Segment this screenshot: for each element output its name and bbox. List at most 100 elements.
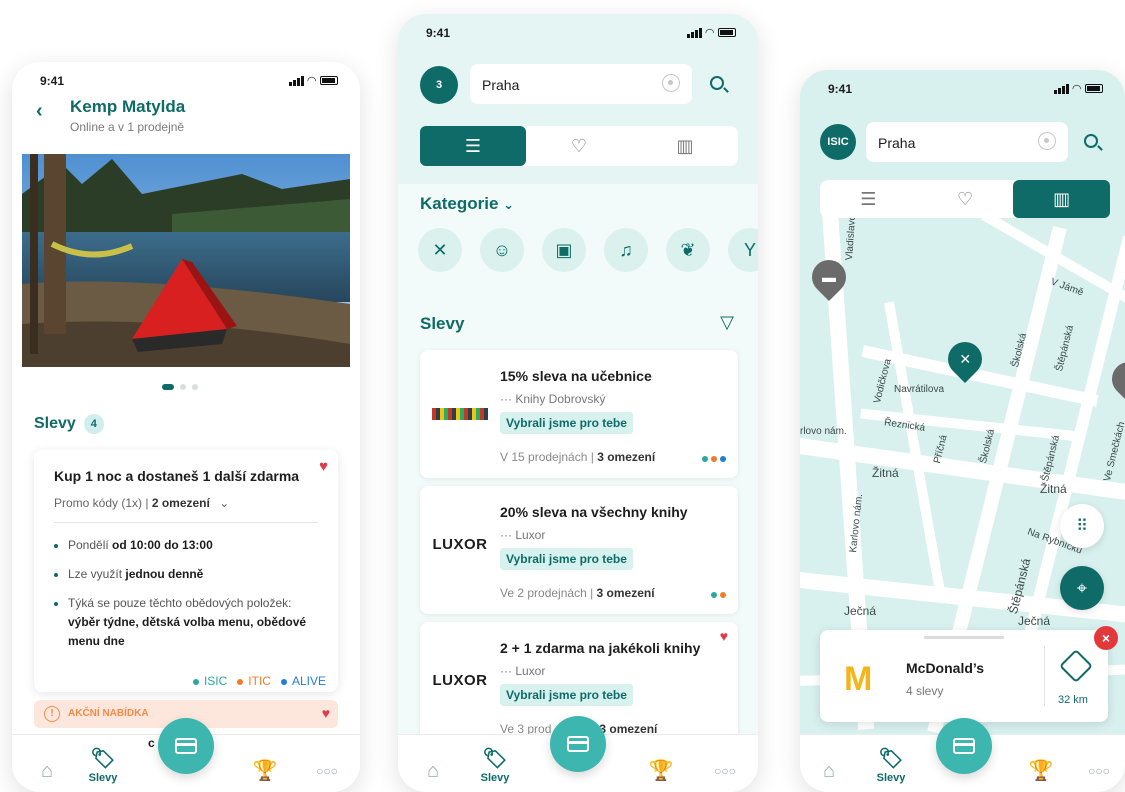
deal-title: 20% sleva na všechny knihy <box>500 504 688 520</box>
street-label: Ječná <box>1018 614 1051 628</box>
tab-rewards[interactable]: 🏆 <box>240 758 290 784</box>
location-search-input[interactable]: Praha <box>866 122 1068 162</box>
deal-restrictions: 3 omezení <box>597 450 656 464</box>
signal-icon <box>686 27 702 38</box>
street-label: V Jámě <box>1049 276 1085 299</box>
tab-more[interactable]: ○○○ <box>302 758 352 784</box>
digital-card-button[interactable] <box>158 718 214 774</box>
card-icon <box>953 738 975 754</box>
favorite-heart-icon[interactable]: ♥ <box>322 705 330 721</box>
map-view-tab[interactable]: ▥ <box>1013 180 1111 218</box>
condition-text: Lze využít <box>68 567 126 581</box>
card-icon <box>175 738 197 754</box>
more-icon: ○○○ <box>1088 764 1110 778</box>
promo-codes-toggle[interactable]: Promo kódy (1x) | 2 omezení ⌄ <box>54 496 229 510</box>
street-label: Vodičkova <box>872 357 894 405</box>
map-icon: ▥ <box>1053 188 1071 209</box>
carousel-dot[interactable] <box>162 384 174 390</box>
directions-icon[interactable] <box>1059 649 1093 683</box>
favorites-view-tab[interactable]: ♡ <box>917 180 1014 218</box>
category-title: Kategorie <box>420 194 499 213</box>
category-food[interactable]: ✕ <box>418 228 462 272</box>
home-icon: ⌂ <box>822 760 836 782</box>
signal-icons: ◠ <box>288 74 338 87</box>
discounts-count-badge: 4 <box>83 414 104 434</box>
favorites-view-tab[interactable]: ♡ <box>526 126 632 166</box>
status-bar: 9:41 ◠ <box>800 70 1125 110</box>
search-button[interactable] <box>1084 132 1098 153</box>
map-view-tab[interactable]: ▥ <box>632 126 738 166</box>
tab-rewards[interactable]: 🏆 <box>1016 758 1066 784</box>
close-card-button[interactable]: × <box>1094 626 1118 650</box>
discount-list-item[interactable]: 15% sleva na učebnice ··· Knihy Dobrovsk… <box>420 350 738 478</box>
list-icon: ☰ <box>464 135 482 156</box>
discount-card[interactable]: ♥ Kup 1 noc a dostaneš 1 další zdarma Pr… <box>34 450 338 692</box>
tab-discounts[interactable]: 🏷 Slevy <box>866 746 916 784</box>
my-location-button[interactable]: ⌖ <box>1060 566 1104 610</box>
wifi-icon: ◠ <box>705 27 714 39</box>
card-type-tags: ISIC ITIC ALIVE <box>192 674 326 688</box>
category-drinks[interactable]: Y <box>728 228 758 272</box>
grid-menu-button[interactable]: ⠿ <box>1060 504 1104 548</box>
tab-home[interactable]: ⌂ <box>408 758 458 784</box>
theatre-mask-icon: ☺ <box>492 239 512 260</box>
tab-home[interactable]: ⌂ <box>22 758 72 784</box>
tab-more[interactable]: ○○○ <box>1074 758 1124 784</box>
action-offer-label: AKČNÍ NABÍDKA <box>68 708 149 719</box>
discounts-section-header: Slevy 4 <box>34 414 104 434</box>
promo-restrictions: 2 omezení <box>151 496 210 510</box>
discount-list-item[interactable]: LUXOR 20% sleva na všechny knihy ··· Lux… <box>420 486 738 614</box>
mcdonalds-logo: M <box>844 660 873 698</box>
crosshair-icon: ⌖ <box>1076 577 1088 598</box>
card-logo-button[interactable]: 3 <box>420 66 458 104</box>
category-transport[interactable]: ▣ <box>542 228 586 272</box>
category-dropdown[interactable]: Kategorie ⌄ <box>420 194 514 214</box>
trophy-icon: 🏆 <box>648 760 674 782</box>
page-title: Kemp Matylda <box>70 97 186 116</box>
drag-handle[interactable] <box>924 636 1004 639</box>
tab-more[interactable]: ○○○ <box>700 758 750 784</box>
carousel-dots[interactable] <box>162 384 198 390</box>
deal-title: 15% sleva na učebnice <box>500 368 652 384</box>
more-icon: ○○○ <box>714 764 736 778</box>
selected-place-card[interactable]: M McDonald’s 4 slevy 32 km <box>820 630 1108 722</box>
filter-button[interactable]: ▽ <box>720 312 734 333</box>
tab-discounts[interactable]: 🏷 Slevy <box>78 746 128 784</box>
condition-item: Pondělí od 10:00 do 13:00 <box>54 536 324 555</box>
list-view-tab[interactable]: ☰ <box>820 180 917 218</box>
recommended-badge: Vybrali jsme pro tebe <box>500 684 633 706</box>
status-time: 9:41 <box>828 82 853 96</box>
digital-card-button[interactable] <box>550 716 606 772</box>
street-label: Žitná <box>872 466 899 480</box>
search-button[interactable] <box>710 74 724 95</box>
digital-card-button[interactable] <box>936 718 992 774</box>
category-education[interactable]: ❦ <box>666 228 710 272</box>
action-peek-text: c <box>148 736 155 750</box>
back-button[interactable]: ‹ <box>36 100 43 123</box>
tab-rewards[interactable]: 🏆 <box>636 758 686 784</box>
carousel-dot[interactable] <box>192 384 198 390</box>
tag-label: ITIC <box>248 674 271 688</box>
bed-icon: ▬ <box>822 269 836 285</box>
locate-icon[interactable] <box>1038 132 1056 150</box>
grid-dots-icon: ⠿ <box>1076 518 1088 535</box>
deal-stores: Ve 2 prodejnách | <box>500 586 597 600</box>
favorite-heart-icon[interactable]: ♥ <box>319 458 328 475</box>
card-logo-button[interactable]: ISIC <box>820 124 856 160</box>
category-culture[interactable]: ☺ <box>480 228 524 272</box>
location-search-input[interactable]: Praha <box>470 64 692 104</box>
camp-photo[interactable] <box>22 154 350 367</box>
list-view-tab[interactable]: ☰ <box>420 126 526 166</box>
divider <box>54 522 318 523</box>
deal-meta: Ve 2 prodejnách | 3 omezení <box>500 586 655 600</box>
tab-home[interactable]: ⌂ <box>804 758 854 784</box>
wifi-icon: ◠ <box>307 75 316 87</box>
category-music[interactable]: ♫ <box>604 228 648 272</box>
carousel-dot[interactable] <box>180 384 186 390</box>
favorite-heart-icon[interactable]: ♥ <box>720 628 728 644</box>
locate-icon[interactable] <box>662 74 680 92</box>
bus-icon: ▣ <box>555 239 573 260</box>
tab-discounts[interactable]: 🏷 Slevy <box>470 746 520 784</box>
map-pin-other[interactable]: • <box>1104 354 1125 404</box>
condition-bold: od 10:00 do 13:00 <box>112 538 213 552</box>
